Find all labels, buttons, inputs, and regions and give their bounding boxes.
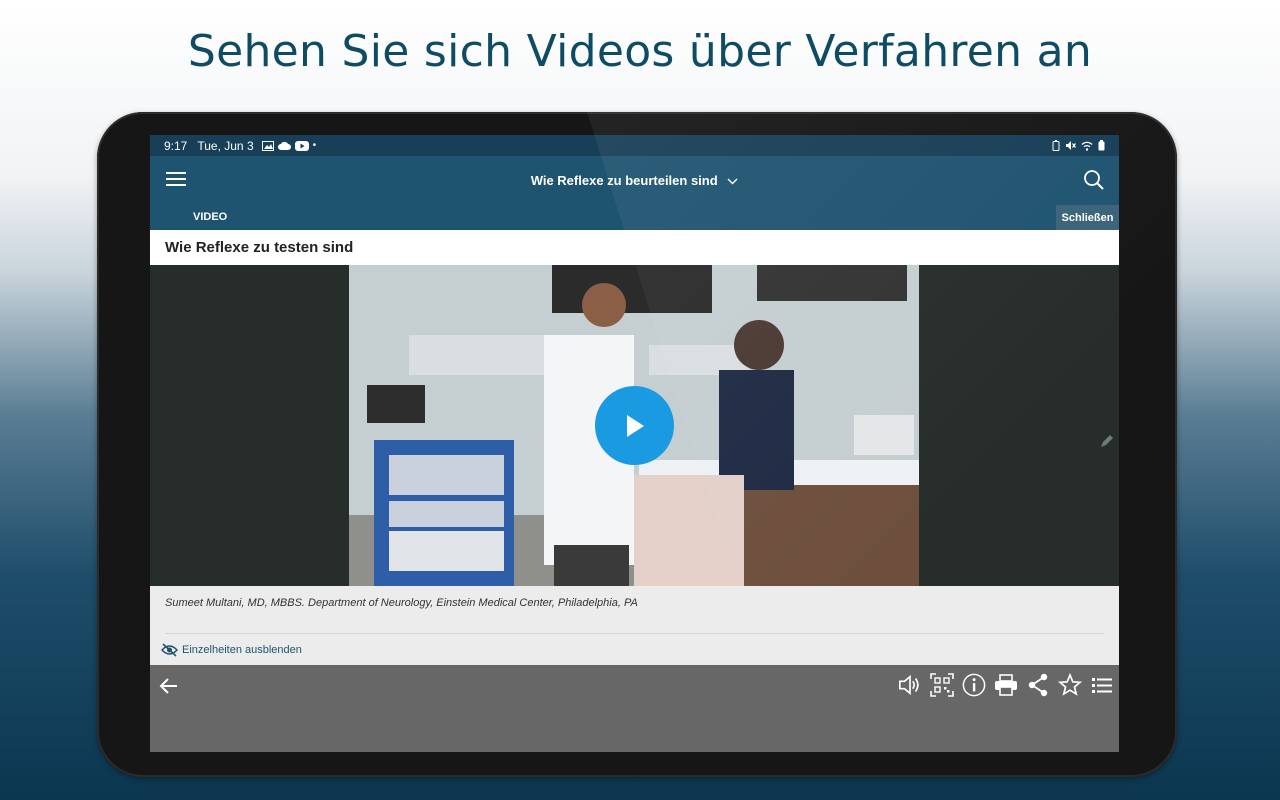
- arrow-left-icon[interactable]: [159, 676, 179, 696]
- more-dot-icon: •: [312, 140, 317, 151]
- share-icon[interactable]: [1026, 672, 1050, 698]
- play-icon: [626, 414, 644, 437]
- youtube-icon: [294, 140, 309, 151]
- video-caption-panel: Sumeet Multani, MD, MBBS. Department of …: [150, 586, 1119, 665]
- status-time: 9:17: [164, 138, 188, 153]
- divider: [165, 633, 1104, 634]
- bottom-toolbar: [150, 665, 1119, 752]
- notification-icons: •: [261, 140, 317, 151]
- info-icon[interactable]: [962, 672, 986, 698]
- topic-title: Wie Reflexe zu beurteilen sind: [530, 173, 718, 188]
- search-icon[interactable]: [1083, 169, 1105, 191]
- status-date: Tue, Jun 3: [197, 138, 254, 153]
- print-icon[interactable]: [994, 672, 1018, 698]
- speaker-icon[interactable]: [898, 672, 922, 698]
- video-title: Wie Reflexe zu testen sind: [150, 230, 1119, 265]
- section-bar: VIDEO Schließen: [150, 205, 1119, 230]
- system-icons: [1052, 140, 1105, 151]
- topic-title-dropdown[interactable]: Wie Reflexe zu beurteilen sind: [150, 173, 1119, 188]
- tablet-frame: 9:17 Tue, Jun 3 • Wie Reflexe zu beurtei…: [97, 112, 1177, 777]
- play-button[interactable]: [595, 386, 674, 465]
- pencil-icon[interactable]: [1099, 433, 1115, 449]
- video-player[interactable]: [150, 265, 1119, 586]
- video-caption: Sumeet Multani, MD, MBBS. Department of …: [165, 597, 638, 609]
- battery-icon: [1098, 140, 1105, 151]
- section-label: VIDEO: [193, 211, 228, 223]
- eye-off-icon: [161, 643, 178, 657]
- image-icon: [261, 140, 274, 151]
- tablet-screen: 9:17 Tue, Jun 3 • Wie Reflexe zu beurtei…: [150, 135, 1119, 752]
- hide-details-label: Einzelheiten ausblenden: [182, 644, 302, 656]
- status-bar: 9:17 Tue, Jun 3 •: [150, 135, 1119, 156]
- star-icon[interactable]: [1058, 672, 1082, 698]
- wifi-icon: [1081, 141, 1093, 151]
- app-bar: Wie Reflexe zu beurteilen sind: [150, 156, 1119, 205]
- hide-details-button[interactable]: Einzelheiten ausblenden: [161, 643, 302, 657]
- chevron-down-icon: [727, 178, 738, 185]
- promo-headline: Sehen Sie sich Videos über Verfahren an: [187, 26, 1093, 77]
- battery-saver-icon: [1052, 140, 1060, 151]
- toolbar-actions: [898, 672, 1114, 698]
- mute-icon: [1066, 141, 1076, 150]
- cloud-icon: [277, 141, 291, 150]
- list-icon[interactable]: [1090, 672, 1114, 698]
- close-button[interactable]: Schließen: [1056, 205, 1119, 230]
- qr-code-icon[interactable]: [930, 672, 954, 698]
